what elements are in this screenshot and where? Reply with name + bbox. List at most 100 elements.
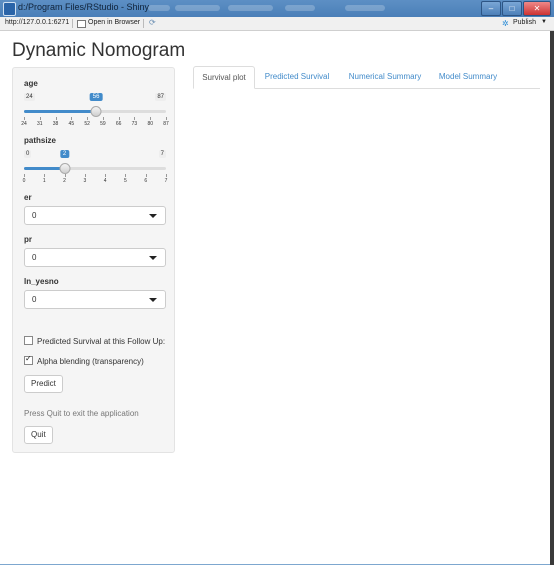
pathsize-value-label: 2	[59, 150, 70, 158]
toolbar-divider	[143, 19, 144, 28]
age-label: age	[24, 79, 38, 88]
predicted-survival-checkbox[interactable]: Predicted Survival at this Follow Up:	[24, 336, 165, 346]
pathsize-handle[interactable]	[59, 163, 71, 174]
pathsize-tick	[24, 174, 25, 177]
age-tick-label: 66	[115, 121, 122, 127]
alpha-blending-label: Alpha blending (transparency)	[37, 357, 144, 366]
pathsize-min-label: 0	[24, 150, 32, 158]
er-label: er	[24, 193, 32, 202]
ln-yesno-label: ln_yesno	[24, 277, 59, 286]
pathsize-tick	[44, 174, 46, 177]
age-tick	[87, 117, 89, 120]
predicted-survival-label: Predicted Survival at this Follow Up:	[37, 337, 166, 346]
pathsize-tick	[64, 174, 66, 177]
publish-button[interactable]: Publish	[513, 19, 536, 26]
pathsize-tick	[145, 174, 147, 177]
chevron-down-icon	[149, 298, 157, 302]
url-text: http://127.0.0.1:6271	[5, 19, 70, 26]
pathsize-slider[interactable]: 0 7 2 0 1 2 3 4 5 6 7	[23, 150, 168, 190]
toolbar-divider	[72, 19, 73, 28]
tab-survival-plot[interactable]: Survival plot	[193, 66, 255, 89]
checkbox-box-checked[interactable]	[24, 354, 33, 365]
age-tick-label: 87	[163, 121, 169, 127]
age-tick	[24, 117, 25, 120]
titlebar-taskbar-blur	[228, 5, 273, 11]
age-tick-label: 31	[36, 121, 43, 127]
ln-yesno-value: 0	[32, 295, 37, 304]
titlebar-taskbar-blur	[148, 5, 170, 11]
window-titlebar: d:/Program Files/RStudio - Shiny – □ ✕	[0, 0, 554, 17]
app-content: Dynamic Nomogram age 24 87 56 24 31 38 45 52 59 6…	[0, 31, 550, 564]
pathsize-tick	[84, 174, 86, 177]
maximize-button[interactable]: □	[502, 1, 522, 16]
pr-value: 0	[32, 253, 37, 262]
pr-select[interactable]: 0	[24, 248, 166, 267]
chevron-down-icon	[149, 256, 157, 260]
age-tick-label: 73	[131, 121, 138, 127]
window-controls: – □ ✕	[481, 1, 551, 16]
age-ticks: 24 31 38 45 52 59 66 73 80 87	[21, 117, 169, 131]
open-in-browser-button[interactable]: Open in Browser	[88, 19, 140, 26]
age-tick-label: 80	[147, 121, 153, 127]
chevron-down-icon	[149, 214, 157, 218]
age-tick	[166, 117, 167, 120]
page-title: Dynamic Nomogram	[12, 40, 186, 61]
age-handle[interactable]	[90, 106, 102, 117]
pathsize-tick-label: 2	[63, 178, 66, 184]
pathsize-tick-label: 1	[42, 178, 46, 184]
age-tick-label: 52	[84, 121, 90, 127]
viewer-toolbar: http://127.0.0.1:6271 Open in Browser ⟳ …	[0, 17, 554, 31]
pathsize-tick-label: 6	[144, 178, 148, 184]
age-tick	[150, 117, 152, 120]
minimize-button[interactable]: –	[481, 1, 501, 16]
checkbox-box[interactable]	[24, 336, 33, 345]
age-tick	[118, 117, 120, 120]
pathsize-tick-label: 4	[103, 178, 107, 184]
publish-icon[interactable]: ✲	[502, 19, 509, 28]
open-browser-icon[interactable]	[77, 20, 86, 28]
sidebar-panel: age 24 87 56 24 31 38 45 52 59 66 73 80 87 pathsize …	[12, 67, 175, 453]
publish-dropdown-icon[interactable]: ▼	[541, 19, 547, 25]
age-tick	[102, 117, 104, 120]
titlebar-taskbar-blur	[285, 5, 315, 11]
pathsize-tick	[105, 174, 107, 177]
age-slider[interactable]: 24 87 56 24 31 38 45 52 59 66 73 80 87	[21, 93, 169, 133]
tab-bar: Survival plot Predicted Survival Numeric…	[193, 66, 540, 89]
age-tick-label: 38	[52, 121, 59, 127]
age-tick	[134, 117, 136, 120]
pathsize-tick-label: 3	[83, 178, 87, 184]
age-tick-label: 59	[100, 121, 106, 127]
rstudio-app-icon	[3, 2, 16, 16]
close-button[interactable]: ✕	[523, 1, 551, 16]
age-tick-label: 24	[21, 121, 27, 127]
predict-button[interactable]: Predict	[24, 375, 63, 393]
pathsize-tick-label: 5	[124, 178, 127, 184]
quit-note: Press Quit to exit the application	[24, 409, 139, 418]
age-tick-label: 45	[68, 121, 75, 127]
ln-yesno-select[interactable]: 0	[24, 290, 166, 309]
pathsize-tick-label: 7	[164, 178, 168, 184]
pathsize-max-label: 7	[158, 150, 166, 158]
window-right-edge	[550, 31, 554, 565]
pathsize-tick	[125, 174, 127, 177]
tab-model-summary[interactable]: Model Summary	[434, 66, 502, 88]
er-select[interactable]: 0	[24, 206, 166, 225]
age-tick	[71, 117, 73, 120]
window-title: d:/Program Files/RStudio - Shiny	[18, 2, 150, 12]
age-value-label: 56	[89, 93, 103, 101]
tab-numerical-summary[interactable]: Numerical Summary	[341, 66, 429, 88]
quit-button[interactable]: Quit	[24, 426, 53, 444]
tab-predicted-survival[interactable]: Predicted Survival	[259, 66, 335, 88]
alpha-blending-checkbox[interactable]: Alpha blending (transparency)	[24, 354, 144, 366]
age-max-label: 87	[155, 93, 166, 101]
pathsize-label: pathsize	[24, 136, 57, 145]
age-fill	[24, 110, 97, 113]
age-tick	[55, 117, 57, 120]
refresh-icon[interactable]: ⟳	[149, 18, 156, 27]
er-value: 0	[32, 211, 37, 220]
titlebar-taskbar-blur	[345, 5, 385, 11]
age-tick	[39, 117, 41, 120]
pathsize-ticks: 0 1 2 3 4 5 6 7	[23, 174, 168, 188]
age-min-label: 24	[24, 93, 35, 101]
pathsize-tick	[166, 174, 167, 177]
